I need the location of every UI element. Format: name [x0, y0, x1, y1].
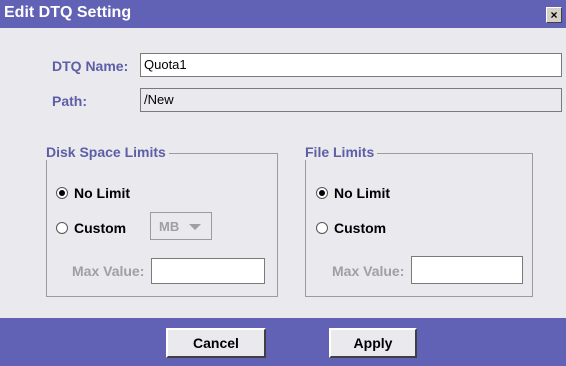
- file-limits-legend: File Limits: [305, 144, 378, 160]
- file-no-limit-radio[interactable]: No Limit: [316, 185, 390, 201]
- disk-space-limits-legend: Disk Space Limits: [46, 144, 169, 160]
- title-bar: Edit DTQ Setting ×: [0, 0, 566, 28]
- disk-custom-label: Custom: [74, 220, 127, 236]
- disk-no-limit-label: No Limit: [74, 185, 130, 201]
- path-label: Path:: [52, 93, 87, 109]
- disk-unit-value: MB: [159, 219, 180, 234]
- apply-button[interactable]: Apply: [329, 328, 417, 358]
- file-no-limit-label: No Limit: [334, 185, 390, 201]
- file-custom-radio[interactable]: Custom: [316, 220, 386, 236]
- radio-unselected-icon: [56, 222, 68, 234]
- file-custom-label: Custom: [334, 220, 387, 236]
- radio-selected-icon: [56, 187, 68, 199]
- close-icon[interactable]: ×: [546, 7, 562, 23]
- dtq-name-label: DTQ Name:: [52, 58, 129, 74]
- dtq-name-input[interactable]: Quota1: [140, 53, 562, 77]
- radio-selected-icon: [316, 187, 328, 199]
- cancel-button[interactable]: Cancel: [166, 328, 266, 358]
- file-max-value-input[interactable]: [411, 256, 523, 284]
- chevron-down-icon: [189, 224, 201, 230]
- radio-unselected-icon: [316, 222, 328, 234]
- disk-no-limit-radio[interactable]: No Limit: [56, 185, 130, 201]
- disk-unit-dropdown[interactable]: MB: [150, 212, 212, 240]
- file-max-value-label: Max Value:: [332, 263, 405, 279]
- disk-max-value-label: Max Value:: [72, 263, 145, 279]
- edit-dtq-dialog: Edit DTQ Setting × DTQ Name: Quota1 Path…: [0, 0, 566, 366]
- dialog-title: Edit DTQ Setting: [4, 4, 132, 21]
- path-field: /New: [140, 88, 562, 112]
- button-bar: Cancel Apply: [0, 318, 566, 366]
- disk-max-value-input[interactable]: [151, 258, 265, 284]
- disk-custom-radio[interactable]: Custom: [56, 220, 126, 236]
